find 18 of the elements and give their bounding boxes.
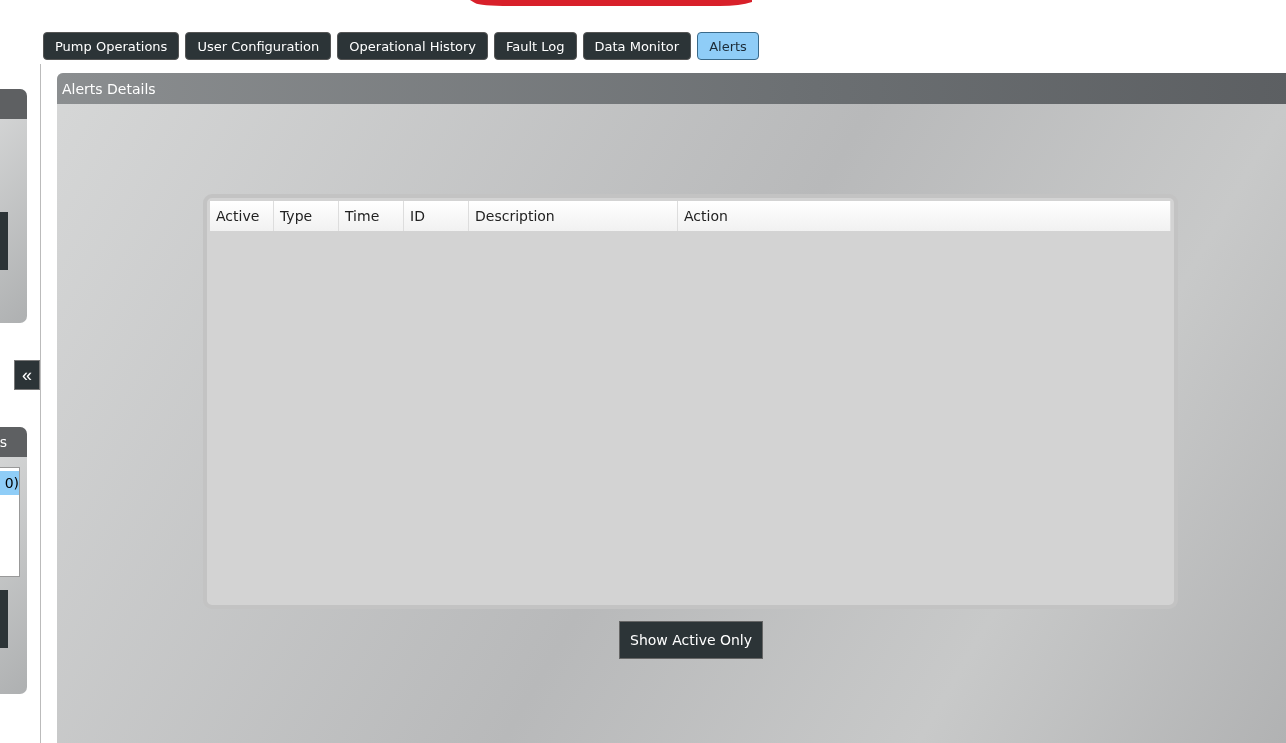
column-header: ID — [404, 201, 469, 231]
tab[interactable]: Pump Operations — [43, 32, 180, 60]
column-header: Type — [274, 201, 339, 231]
column-header: Action — [678, 201, 1171, 231]
tab[interactable]: Operational History — [337, 32, 488, 60]
show-active-only-button[interactable]: Show Active Only — [619, 621, 764, 659]
collapse-button[interactable]: « — [14, 360, 40, 390]
tab[interactable]: Alerts — [697, 32, 759, 60]
panel-title: Alerts Details — [62, 80, 156, 97]
column-header: Description — [469, 201, 678, 231]
column-header: Time — [339, 201, 404, 231]
tab[interactable]: Fault Log — [493, 32, 577, 60]
tab[interactable]: User Configuration — [185, 32, 332, 60]
tab[interactable]: Data Monitor — [582, 32, 692, 60]
panel-title: s — [0, 434, 7, 450]
column-header: Active — [210, 201, 274, 231]
list-item[interactable]: 0) — [0, 471, 19, 495]
logo-icon — [470, 0, 752, 6]
